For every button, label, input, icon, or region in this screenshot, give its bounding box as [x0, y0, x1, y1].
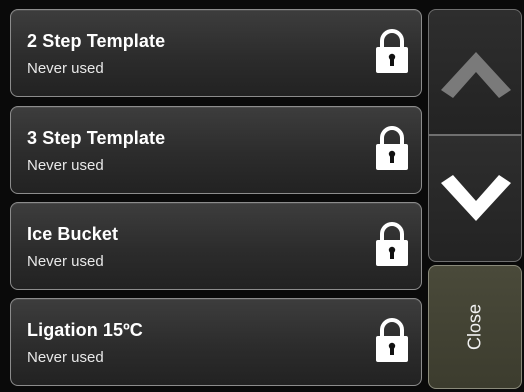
template-status: Never used — [27, 157, 104, 174]
lock-icon — [376, 222, 408, 266]
chevron-up-icon — [441, 52, 511, 98]
close-button[interactable]: Close — [428, 265, 522, 389]
template-name: 2 Step Template — [27, 31, 166, 51]
template-item-ice-bucket[interactable]: Ice Bucket Never used — [10, 202, 422, 290]
template-list-screen: 2 Step Template Never used 3 Step Templa… — [0, 0, 524, 392]
template-status: Never used — [27, 60, 104, 77]
template-item-ligation[interactable]: Ligation 15ºC Never used — [10, 298, 422, 386]
template-status: Never used — [27, 253, 104, 270]
scroll-down-button[interactable] — [428, 135, 522, 262]
lock-icon — [376, 126, 408, 170]
lock-icon — [376, 29, 408, 73]
template-name: Ligation 15ºC — [27, 320, 143, 340]
lock-icon — [376, 318, 408, 362]
chevron-down-icon — [441, 175, 511, 221]
template-item-3-step[interactable]: 3 Step Template Never used — [10, 106, 422, 194]
template-item-2-step[interactable]: 2 Step Template Never used — [10, 9, 422, 97]
template-name: Ice Bucket — [27, 224, 119, 244]
scroll-up-button[interactable] — [428, 9, 522, 135]
template-name: 3 Step Template — [27, 128, 166, 148]
close-label: Close — [464, 303, 485, 351]
template-status: Never used — [27, 349, 104, 366]
